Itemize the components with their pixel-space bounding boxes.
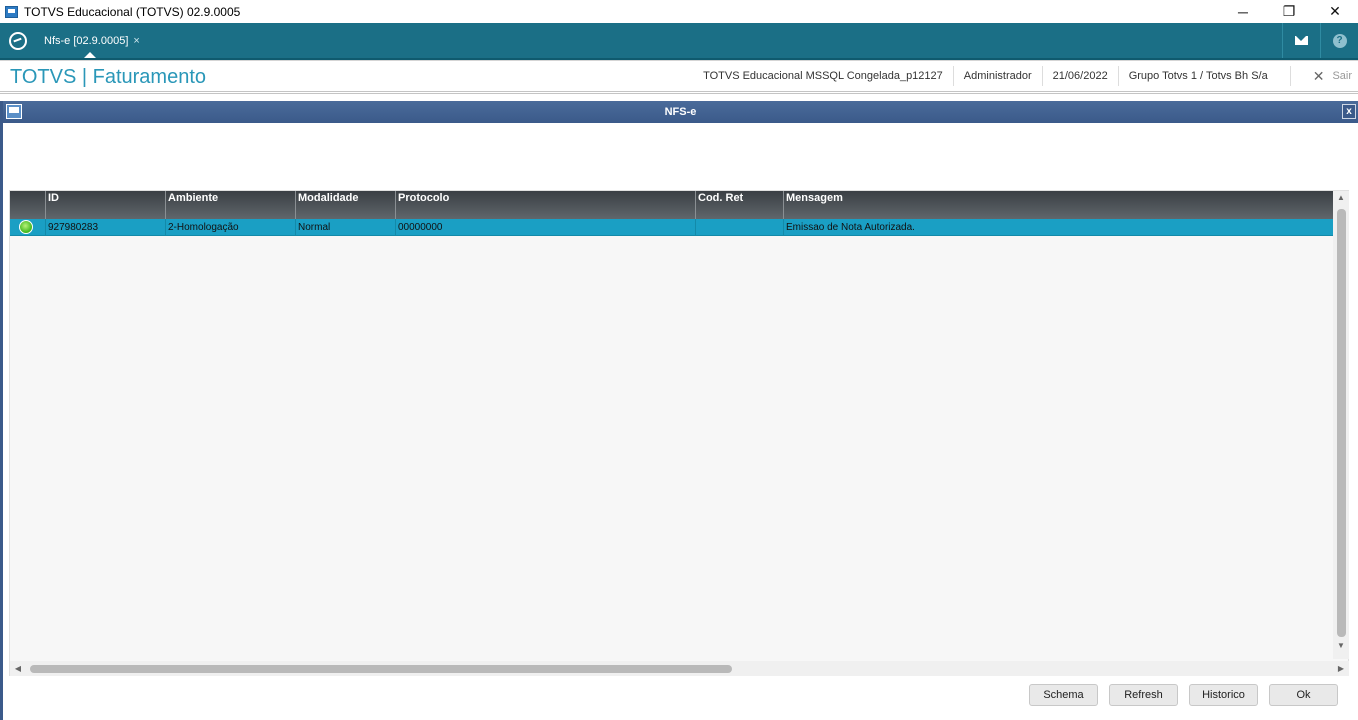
cell-protocolo: 00000000: [396, 219, 696, 236]
close-icon: ✕: [1312, 67, 1325, 84]
scroll-left-icon[interactable]: ◀: [10, 661, 26, 676]
environment-label: TOTVS Educacional MSSQL Congelada_p12127: [703, 70, 943, 82]
window-controls: ─ ❐ ✕: [1220, 0, 1358, 23]
help-button[interactable]: ?: [1320, 23, 1358, 58]
vertical-scroll-thumb[interactable]: [1337, 209, 1346, 637]
scroll-down-icon[interactable]: ▼: [1333, 639, 1349, 653]
column-header-id[interactable]: ID: [46, 191, 166, 219]
nfse-grid: ID Ambiente Modalidade Protocolo Cod. Re…: [9, 190, 1349, 676]
session-info: TOTVS Educacional MSSQL Congelada_p12127…: [693, 61, 1352, 91]
column-header-ambiente[interactable]: Ambiente: [166, 191, 296, 219]
exit-label: Sair: [1332, 70, 1352, 82]
column-header-modalidade[interactable]: Modalidade: [296, 191, 396, 219]
historico-button[interactable]: Historico: [1189, 684, 1258, 706]
module-title: TOTVS | Faturamento: [10, 66, 207, 88]
dialog-close-button[interactable]: x: [1342, 104, 1356, 119]
cell-ambiente: 2-Homologação: [166, 219, 296, 236]
status-ok-icon: [19, 220, 33, 234]
window-titlebar: TOTVS Educacional (TOTVS) 02.9.0005 ─ ❐ …: [0, 0, 1358, 23]
schema-button[interactable]: Schema: [1029, 684, 1098, 706]
app-tabbar: Nfs-e [02.9.0005] × ?: [0, 23, 1358, 60]
tab-close-icon[interactable]: ×: [133, 35, 139, 47]
column-header-cod-ret[interactable]: Cod. Ret: [696, 191, 784, 219]
window-title: TOTVS Educacional (TOTVS) 02.9.0005: [24, 4, 241, 19]
restore-button[interactable]: ❐: [1266, 0, 1312, 23]
cell-id: 927980283: [46, 219, 166, 236]
grid-header: ID Ambiente Modalidade Protocolo Cod. Re…: [10, 191, 1333, 219]
cell-modalidade: Normal: [296, 219, 396, 236]
scroll-right-icon[interactable]: ▶: [1333, 661, 1349, 676]
module-header: TOTVS | Faturamento TOTVS Educacional MS…: [0, 60, 1358, 94]
active-tab-indicator: [84, 52, 96, 58]
minimize-button[interactable]: ─: [1220, 0, 1266, 23]
dialog-title: NFS-e: [664, 106, 697, 118]
totvs-logo-icon[interactable]: [9, 32, 27, 50]
dialog-window-icon: [6, 104, 22, 119]
user-label: Administrador: [952, 66, 1042, 86]
cell-cod-ret: [696, 219, 784, 236]
horizontal-scrollbar[interactable]: ◀ ▶: [10, 661, 1349, 676]
app-window-icon: [5, 5, 18, 18]
column-header-protocolo[interactable]: Protocolo: [396, 191, 696, 219]
vertical-scrollbar[interactable]: ▲ ▼: [1333, 191, 1349, 659]
column-header-mensagem[interactable]: Mensagem: [784, 191, 1333, 219]
ok-button[interactable]: Ok: [1269, 684, 1338, 706]
tab-label: Nfs-e [02.9.0005]: [44, 34, 129, 47]
mail-icon: [1295, 36, 1308, 45]
cell-status: [10, 219, 46, 236]
tabbar-actions: ?: [1282, 23, 1358, 58]
help-icon: ?: [1332, 33, 1347, 48]
mail-button[interactable]: [1282, 23, 1320, 58]
exit-button[interactable]: ✕ Sair: [1289, 66, 1352, 86]
company-label: Grupo Totvs 1 / Totvs Bh S/a: [1117, 66, 1278, 86]
dialog-titlebar: NFS-e x: [3, 101, 1358, 123]
horizontal-scroll-thumb[interactable]: [30, 665, 732, 673]
refresh-button[interactable]: Refresh: [1109, 684, 1178, 706]
date-label: 21/06/2022: [1041, 66, 1118, 86]
cell-mensagem: Emissao de Nota Autorizada.: [786, 222, 915, 233]
column-header-status[interactable]: [10, 191, 46, 219]
close-window-button[interactable]: ✕: [1312, 0, 1358, 23]
table-row[interactable]: 927980283 2-Homologação Normal 00000000 …: [10, 219, 1333, 236]
scroll-up-icon[interactable]: ▲: [1333, 191, 1349, 205]
